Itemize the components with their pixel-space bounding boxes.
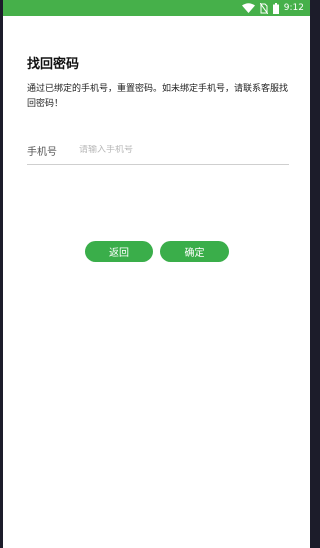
confirm-button[interactable]: 确定 [160,241,229,262]
page-description: 通过已绑定的手机号，重置密码。如未绑定手机号，请联系客服找回密码！ [27,84,289,109]
phone-label: 手机号 [27,146,57,158]
no-sim-icon [259,2,268,14]
app-screen: 9:12 找回密码 通过已绑定的手机号，重置密码。如未绑定手机号，请联系客服找回… [3,0,310,548]
page-header: 找回密码 通过已绑定的手机号，重置密码。如未绑定手机号，请联系客服找回密码！ [27,56,289,112]
phone-input[interactable] [79,145,279,155]
wifi-icon [241,2,255,14]
status-bar: 9:12 [3,0,310,16]
status-time: 9:12 [283,3,304,13]
page-title: 找回密码 [27,57,80,72]
phone-field-row: 手机号 [27,136,289,165]
back-button[interactable]: 返回 [85,241,153,262]
battery-icon [272,2,279,14]
